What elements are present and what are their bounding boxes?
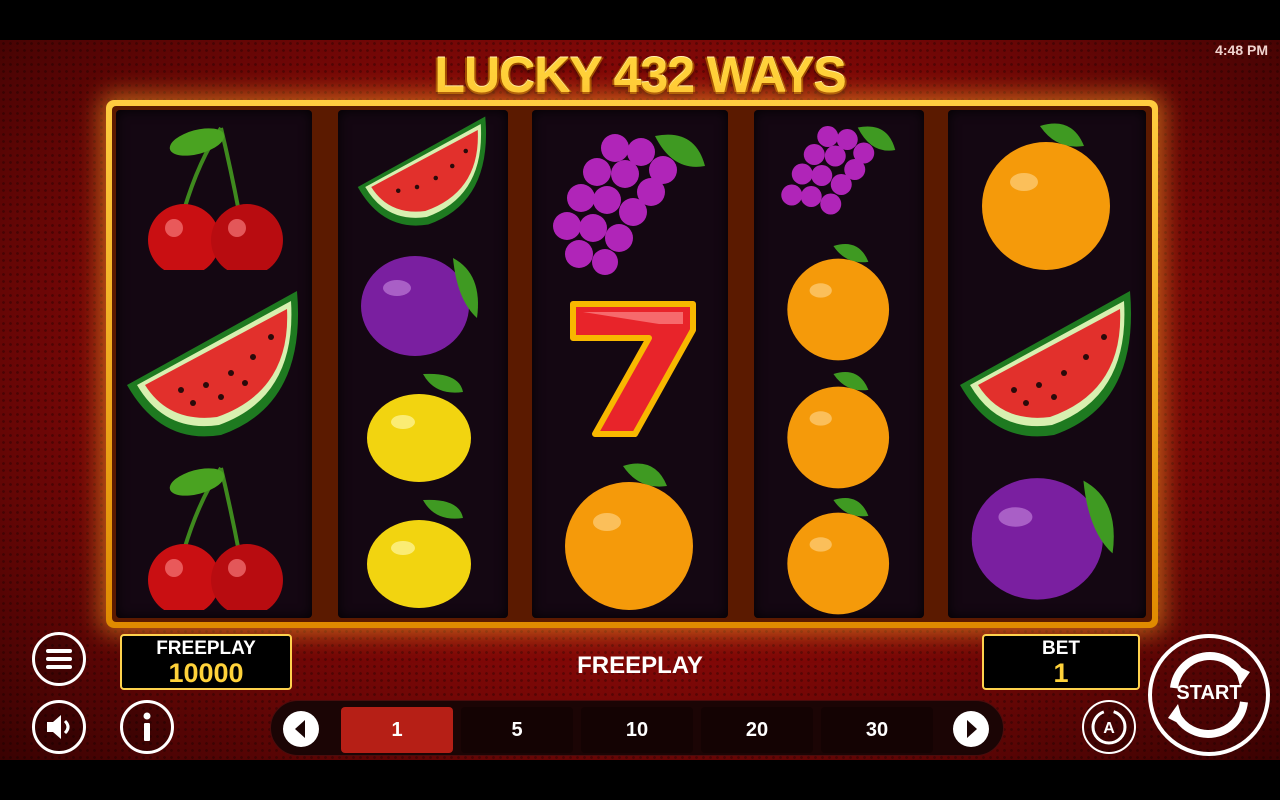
start-label: START [1176,682,1242,704]
info-button[interactable] [120,700,174,754]
symbol-cherry [148,126,283,270]
symbol-lemon [367,373,471,482]
symbol-watermelon [357,116,487,226]
symbol-watermelon [960,291,1132,437]
bet-option-20[interactable]: 20 [701,707,813,753]
reel-4 [754,110,924,618]
bet-selector: 1 5 10 20 30 [270,700,1004,756]
autoplay-icon: A [1091,709,1127,745]
reel-5 [948,110,1146,618]
symbol-seven [570,301,696,437]
symbol-orange [565,463,693,610]
symbol-orange [982,123,1110,270]
symbol-grapes [781,126,896,215]
symbol-watermelon [127,291,299,437]
symbol-orange [787,371,890,489]
sound-button[interactable] [32,700,86,754]
symbol-plum [971,478,1114,600]
symbol-grapes [553,134,705,275]
game-title: LUCKY 432 WAYS [434,47,846,103]
bet-option-30[interactable]: 30 [821,707,933,753]
symbol-plum [361,256,478,356]
reel-2 [338,110,508,618]
reels-frame [106,100,1158,628]
reel-3 [532,110,728,618]
bet-value: 1 [1053,658,1069,688]
bet-option-5[interactable]: 5 [461,707,573,753]
bet-next-button[interactable] [953,711,989,747]
symbol-lemon [367,499,471,608]
bet-option-10[interactable]: 10 [581,707,693,753]
symbol-cherry [148,466,283,610]
info-icon [143,712,151,741]
bet-prev-button[interactable] [283,711,319,747]
svg-text:A: A [1103,720,1115,737]
symbol-orange [787,497,890,615]
game-screen: 4:48 PM LUCKY 432 WAYS FREEPLAY 10000 FR… [0,40,1280,760]
bet-panel: BET 1 [982,634,1140,690]
chevron-right-icon [967,720,977,738]
chevron-left-icon [295,720,305,738]
speaker-icon [47,715,70,739]
symbol-orange [787,243,890,361]
bet-label: BET [1042,638,1080,659]
bet-option-1[interactable]: 1 [341,707,453,753]
reel-1 [116,110,312,618]
autoplay-button[interactable]: A [1082,700,1136,754]
start-button[interactable]: START [1148,634,1270,756]
